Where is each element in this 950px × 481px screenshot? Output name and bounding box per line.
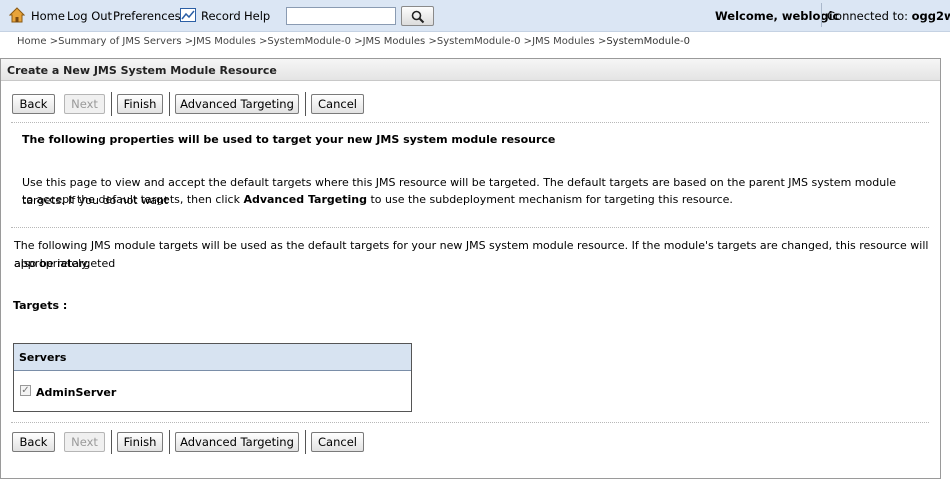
intro-text: to use the subdeployment mechanism for t… bbox=[366, 193, 733, 206]
search-button[interactable] bbox=[401, 6, 434, 26]
top-navigation-bar: Home Log Out Preferences Record Help Wel… bbox=[0, 0, 950, 32]
divider bbox=[11, 122, 929, 123]
info-text-line-2: appropriately. bbox=[14, 257, 90, 270]
preferences-link[interactable]: Preferences bbox=[113, 9, 181, 23]
table-header: Servers bbox=[14, 344, 411, 371]
intro-text: to accept the default targets, then clic… bbox=[22, 193, 244, 206]
breadcrumb-separator: > bbox=[184, 36, 194, 47]
advanced-targeting-button[interactable]: Advanced Targeting bbox=[175, 432, 299, 452]
back-button[interactable]: Back bbox=[12, 94, 55, 114]
panel-title-bar: Create a New JMS System Module Resource bbox=[1, 59, 940, 81]
breadcrumb-item[interactable]: SystemModule-0 bbox=[267, 36, 351, 47]
cancel-button[interactable]: Cancel bbox=[311, 94, 364, 114]
breadcrumb-item[interactable]: JMS Modules bbox=[193, 36, 256, 47]
breadcrumb-item[interactable]: Home bbox=[17, 36, 47, 47]
adminserver-checkbox[interactable]: ✓ bbox=[20, 385, 31, 396]
targets-label: Targets : bbox=[13, 299, 68, 312]
divider bbox=[11, 227, 929, 228]
button-separator bbox=[169, 430, 170, 454]
column-header-servers: Servers bbox=[19, 351, 67, 364]
button-separator bbox=[169, 92, 170, 116]
divider bbox=[821, 3, 822, 27]
button-separator bbox=[111, 92, 112, 116]
home-link[interactable]: Home bbox=[31, 9, 65, 23]
search-input[interactable] bbox=[286, 7, 396, 25]
intro-text-line-2: to accept the default targets, then clic… bbox=[22, 191, 932, 209]
next-button[interactable]: Next bbox=[64, 94, 105, 114]
advanced-targeting-button[interactable]: Advanced Targeting bbox=[175, 94, 299, 114]
advanced-targeting-mention: Advanced Targeting bbox=[243, 193, 367, 206]
resource-panel: Create a New JMS System Module Resource … bbox=[0, 58, 941, 479]
breadcrumb: Home >Summary of JMS Servers >JMS Module… bbox=[17, 36, 690, 47]
connected-domain: ogg2wls bbox=[911, 9, 950, 23]
button-separator bbox=[111, 430, 112, 454]
breadcrumb-item[interactable]: Summary of JMS Servers bbox=[58, 36, 181, 47]
breadcrumb-item[interactable]: SystemModule-0 bbox=[437, 36, 521, 47]
breadcrumb-current: SystemModule-0 bbox=[606, 36, 690, 47]
finish-button[interactable]: Finish bbox=[117, 94, 163, 114]
help-link[interactable]: Help bbox=[244, 9, 270, 23]
servers-table: Servers ✓ AdminServer bbox=[13, 343, 412, 412]
breadcrumb-item[interactable]: JMS Modules bbox=[363, 36, 426, 47]
panel-title: Create a New JMS System Module Resource bbox=[7, 64, 277, 77]
breadcrumb-item[interactable]: JMS Modules bbox=[532, 36, 595, 47]
search-icon bbox=[411, 10, 424, 24]
connected-status: Connected to: ogg2wls bbox=[827, 9, 950, 23]
button-separator bbox=[305, 92, 306, 116]
button-separator bbox=[305, 430, 306, 454]
home-icon[interactable] bbox=[8, 7, 26, 23]
record-icon[interactable] bbox=[180, 8, 196, 22]
next-button[interactable]: Next bbox=[64, 432, 105, 452]
cancel-button[interactable]: Cancel bbox=[311, 432, 364, 452]
breadcrumb-separator: > bbox=[354, 36, 363, 47]
logout-link[interactable]: Log Out bbox=[67, 9, 112, 23]
record-link[interactable]: Record bbox=[201, 9, 241, 23]
breadcrumb-separator: > bbox=[428, 36, 437, 47]
breadcrumb-separator: > bbox=[523, 36, 533, 47]
connected-label: Connected to: bbox=[827, 9, 908, 23]
back-button[interactable]: Back bbox=[12, 432, 55, 452]
section-heading: The following properties will be used to… bbox=[22, 133, 556, 146]
server-name: AdminServer bbox=[36, 386, 117, 399]
info-text-line-1: The following JMS module targets will be… bbox=[14, 239, 929, 270]
finish-button[interactable]: Finish bbox=[117, 432, 163, 452]
divider bbox=[11, 422, 929, 423]
breadcrumb-separator: > bbox=[49, 36, 59, 47]
